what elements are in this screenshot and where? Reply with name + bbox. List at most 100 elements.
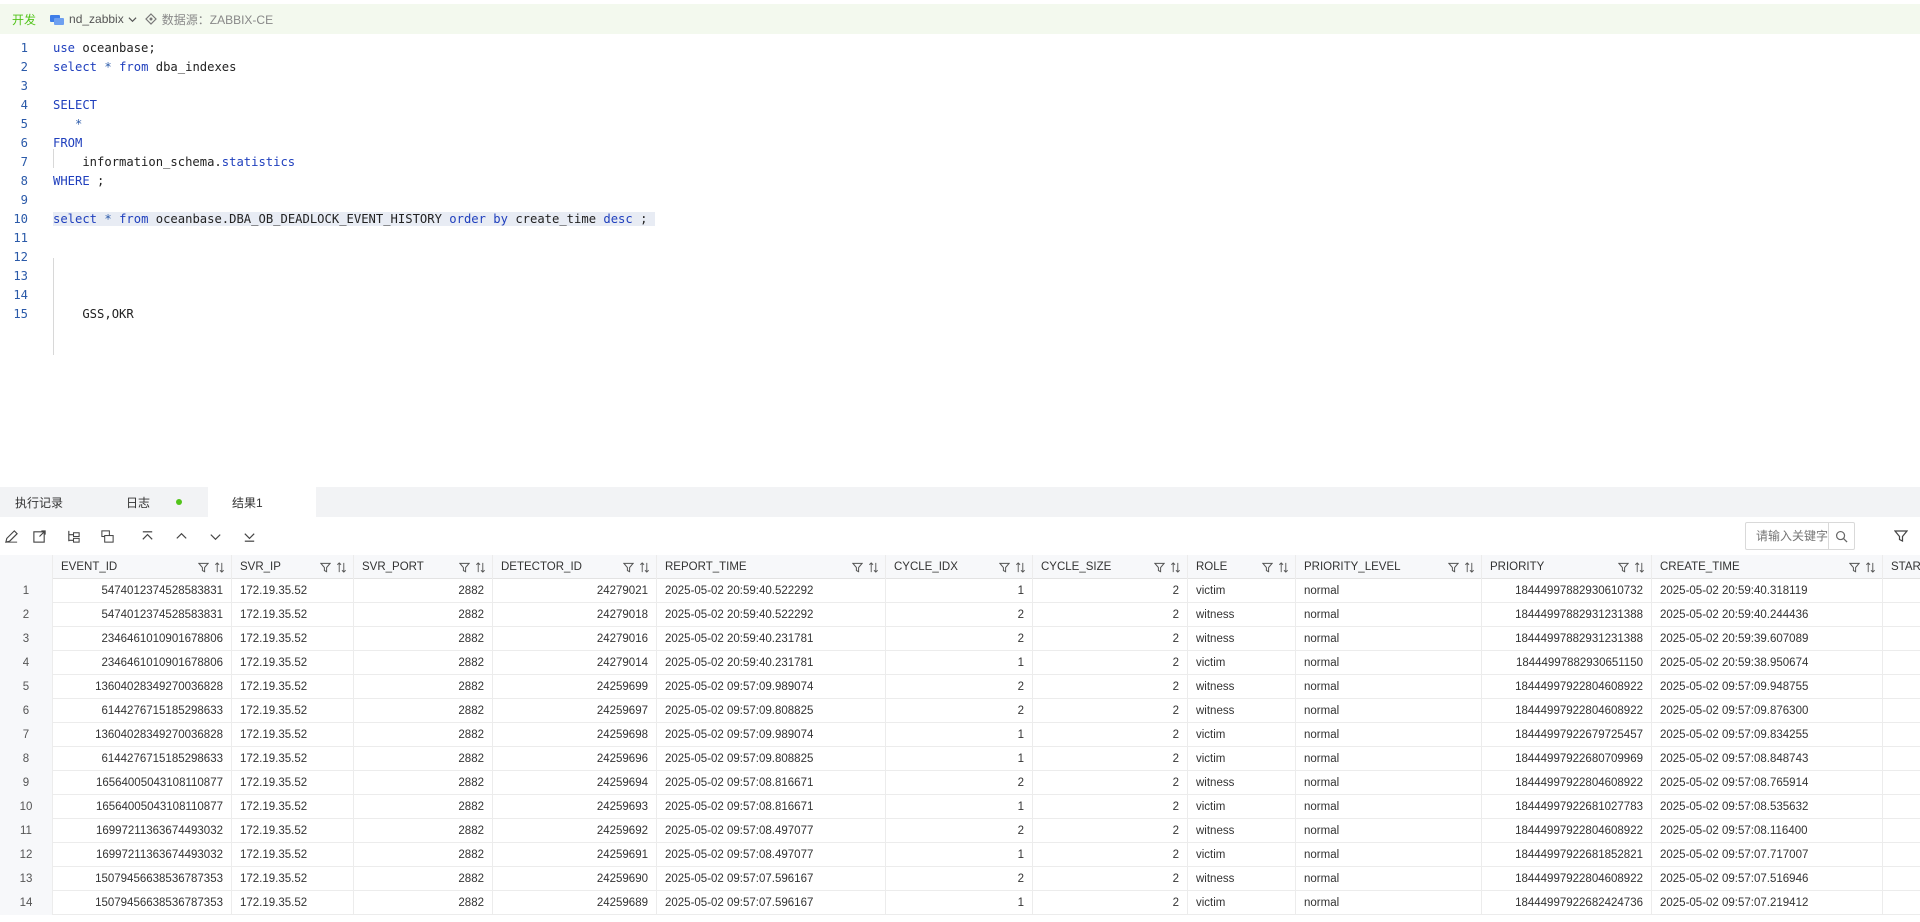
table-cell[interactable]: 24259698 <box>493 723 657 747</box>
table-cell[interactable]: normal <box>1296 627 1482 651</box>
table-cell[interactable]: 2 <box>1033 843 1188 867</box>
table-cell[interactable]: 24259691 <box>493 843 657 867</box>
table-cell[interactable]: 13604028349270036828 <box>53 675 232 699</box>
table-cell[interactable]: 2025-05-02 20:59:40.231781 <box>657 651 886 675</box>
table-cell[interactable]: 2025-05-02 09:57:09.989074 <box>657 723 886 747</box>
column-filter-icon[interactable] <box>1448 562 1459 573</box>
table-cell[interactable]: 18444997922804608922 <box>1482 771 1652 795</box>
table-cell[interactable]: 2025-05-02 09:57:07.596167 <box>657 891 886 915</box>
table-cell[interactable]: 2025-05-02 09:57:08.497077 <box>657 843 886 867</box>
table-cell[interactable]: 1 <box>886 747 1033 771</box>
table-cell[interactable]: 172.19.35.52 <box>232 867 354 891</box>
table-cell[interactable]: 2 <box>886 819 1033 843</box>
column-filter-icon[interactable] <box>1849 562 1860 573</box>
prev-row-button[interactable] <box>164 522 198 550</box>
sort-icon[interactable] <box>475 561 486 573</box>
table-cell[interactable] <box>1883 627 1920 651</box>
table-cell[interactable]: 24279018 <box>493 603 657 627</box>
table-cell[interactable]: 2025-05-02 09:57:09.989074 <box>657 675 886 699</box>
table-cell[interactable]: 18444997922804608922 <box>1482 699 1652 723</box>
table-cell[interactable]: normal <box>1296 699 1482 723</box>
table-cell[interactable]: 24259693 <box>493 795 657 819</box>
table-cell[interactable]: 18444997922804608922 <box>1482 675 1652 699</box>
table-cell[interactable]: 2 <box>1033 747 1188 771</box>
sort-icon[interactable] <box>336 561 347 573</box>
column-filter-icon[interactable] <box>1154 562 1165 573</box>
table-cell[interactable]: 2346461010901678806 <box>53 651 232 675</box>
table-cell[interactable]: 2 <box>1033 675 1188 699</box>
table-cell[interactable]: 2882 <box>354 843 493 867</box>
table-cell[interactable]: witness <box>1188 867 1296 891</box>
column-filter-icon[interactable] <box>852 562 863 573</box>
table-cell[interactable]: 2346461010901678806 <box>53 627 232 651</box>
table-cell[interactable]: 15079456638536787353 <box>53 891 232 915</box>
table-cell[interactable]: 172.19.35.52 <box>232 699 354 723</box>
table-cell[interactable]: 24259694 <box>493 771 657 795</box>
table-cell[interactable]: normal <box>1296 867 1482 891</box>
table-cell[interactable]: victim <box>1188 651 1296 675</box>
table-cell[interactable]: 2 <box>886 675 1033 699</box>
table-cell[interactable]: 2025-05-02 09:57:09.808825 <box>657 699 886 723</box>
table-cell[interactable]: 2 <box>1033 819 1188 843</box>
table-cell[interactable]: 2025-05-02 20:59:40.244436 <box>1652 603 1883 627</box>
column-filter-icon[interactable] <box>623 562 634 573</box>
table-cell[interactable]: 1 <box>886 579 1033 603</box>
table-cell[interactable]: normal <box>1296 723 1482 747</box>
table-cell[interactable]: 5474012374528583831 <box>53 579 232 603</box>
table-cell[interactable]: 2882 <box>354 603 493 627</box>
table-cell[interactable]: normal <box>1296 675 1482 699</box>
table-cell[interactable]: 172.19.35.52 <box>232 795 354 819</box>
column-header-create-time[interactable]: CREATE_TIME <box>1652 555 1883 579</box>
table-row[interactable]: 14 15079456638536787353 172.19.35.52 2882 24… <box>0 891 1920 915</box>
table-cell[interactable]: 5474012374528583831 <box>53 603 232 627</box>
table-cell[interactable]: 24279021 <box>493 579 657 603</box>
table-row[interactable]: 2 5474012374528583831 172.19.35.52 2882 2427… <box>0 603 1920 627</box>
table-cell[interactable]: 172.19.35.52 <box>232 579 354 603</box>
table-cell[interactable]: 2025-05-02 09:57:07.717007 <box>1652 843 1883 867</box>
column-header-priority-level[interactable]: PRIORITY_LEVEL <box>1296 555 1482 579</box>
table-cell[interactable]: 172.19.35.52 <box>232 819 354 843</box>
table-cell[interactable]: 18444997922679725457 <box>1482 723 1652 747</box>
table-cell[interactable]: normal <box>1296 579 1482 603</box>
table-cell[interactable] <box>1883 579 1920 603</box>
table-cell[interactable]: 2025-05-02 09:57:09.834255 <box>1652 723 1883 747</box>
table-cell[interactable]: 24259696 <box>493 747 657 771</box>
table-cell[interactable] <box>1883 795 1920 819</box>
column-filter-icon[interactable] <box>198 562 209 573</box>
table-row[interactable]: 11 16997211363674493032 172.19.35.52 2882 24… <box>0 819 1920 843</box>
table-cell[interactable]: 16564005043108110877 <box>53 795 232 819</box>
table-cell[interactable]: 2025-05-02 09:57:08.116400 <box>1652 819 1883 843</box>
column-header-detector-id[interactable]: DETECTOR_ID <box>493 555 657 579</box>
table-cell[interactable]: 18444997922804608922 <box>1482 819 1652 843</box>
table-cell[interactable]: witness <box>1188 699 1296 723</box>
table-cell[interactable]: 2025-05-02 09:57:08.765914 <box>1652 771 1883 795</box>
sort-icon[interactable] <box>1464 561 1475 573</box>
table-row[interactable]: 6 6144276715185298633 172.19.35.52 2882 2425… <box>0 699 1920 723</box>
table-cell[interactable] <box>1883 723 1920 747</box>
table-cell[interactable]: witness <box>1188 603 1296 627</box>
table-cell[interactable]: victim <box>1188 795 1296 819</box>
table-cell[interactable]: 18444997882930651150 <box>1482 651 1652 675</box>
table-cell[interactable]: 16997211363674493032 <box>53 843 232 867</box>
table-cell[interactable]: 2882 <box>354 579 493 603</box>
column-header-cycle-size[interactable]: CYCLE_SIZE <box>1033 555 1188 579</box>
table-cell[interactable] <box>1883 651 1920 675</box>
table-row[interactable]: 4 2346461010901678806 172.19.35.52 2882 2427… <box>0 651 1920 675</box>
table-cell[interactable] <box>1883 843 1920 867</box>
table-cell[interactable]: 2882 <box>354 795 493 819</box>
table-cell[interactable]: 2 <box>886 771 1033 795</box>
table-cell[interactable]: 2 <box>886 699 1033 723</box>
table-cell[interactable]: 2 <box>886 867 1033 891</box>
sort-icon[interactable] <box>1634 561 1645 573</box>
sort-icon[interactable] <box>1278 561 1289 573</box>
table-cell[interactable]: normal <box>1296 843 1482 867</box>
sort-icon[interactable] <box>214 561 225 573</box>
table-cell[interactable]: 6144276715185298633 <box>53 699 232 723</box>
table-cell[interactable]: victim <box>1188 579 1296 603</box>
table-cell[interactable]: 2882 <box>354 675 493 699</box>
table-cell[interactable]: 172.19.35.52 <box>232 675 354 699</box>
table-cell[interactable]: normal <box>1296 891 1482 915</box>
column-filter-icon[interactable] <box>999 562 1010 573</box>
column-header-svr-port[interactable]: SVR_PORT <box>354 555 493 579</box>
table-cell[interactable]: normal <box>1296 603 1482 627</box>
